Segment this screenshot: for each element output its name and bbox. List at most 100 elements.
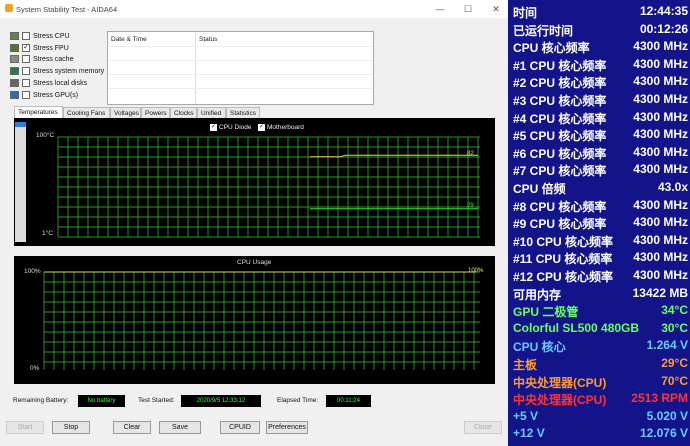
cpu-usage-plot xyxy=(43,271,480,370)
osd-label: 已运行时间 xyxy=(513,23,574,38)
fpu-icon: fpu-icon xyxy=(10,43,19,52)
maximize-button[interactable]: ☐ xyxy=(460,2,476,16)
osd-row: 可用内存 13422 MB xyxy=(513,286,688,303)
tab-statistics[interactable]: Statistics xyxy=(226,107,260,118)
cpuid-button[interactable]: CPUID xyxy=(220,421,260,434)
osd-value: 4300 MHz xyxy=(633,232,688,247)
tab-temperatures[interactable]: Temperatures xyxy=(14,106,63,118)
stress-label: Stress FPU xyxy=(33,44,69,52)
osd-row: #11 CPU 核心频率 4300 MHz xyxy=(513,250,688,267)
tab-clocks[interactable]: Clocks xyxy=(170,107,197,118)
osd-row: +5 V 5.020 V xyxy=(513,409,688,426)
column-date: Date & Time xyxy=(111,36,147,43)
osd-row: 主板 29°C xyxy=(513,356,688,373)
osd-value: 12:44:35 xyxy=(639,4,688,18)
osd-value: 2513 RPM xyxy=(631,391,688,406)
stress-option[interactable]: memory-icon Stress system memory xyxy=(10,67,104,77)
close-window-button[interactable]: ✕ xyxy=(488,2,504,16)
osd-label: 中央处理器(CPU) xyxy=(513,375,607,390)
osd-label: CPU 核心频率 xyxy=(513,41,590,56)
stress-option[interactable]: gpu-icon Stress GPU(s) xyxy=(10,90,79,101)
close-button[interactable]: Close xyxy=(464,421,502,434)
stress-label: Stress local disks xyxy=(33,79,88,87)
save-button[interactable]: Save xyxy=(159,421,201,434)
osd-label: #6 CPU 核心频率 xyxy=(513,146,607,161)
column-separator xyxy=(195,32,196,104)
stress-option[interactable]: disk-icon Stress local disks xyxy=(10,78,88,89)
osd-value: 29°C xyxy=(661,356,688,370)
stress-option[interactable]: cache-icon Stress cache xyxy=(10,55,73,65)
y-max-label: 100% xyxy=(24,268,41,275)
stress-label: Stress GPU(s) xyxy=(33,91,79,99)
osd-label: #7 CPU 核心频率 xyxy=(513,164,607,179)
tab-powers[interactable]: Powers xyxy=(141,107,170,118)
osd-row: 中央处理器(CPU) 70°C xyxy=(513,374,688,391)
osd-value: 00:12:26 xyxy=(639,21,688,36)
osd-label: #11 CPU 核心频率 xyxy=(513,252,613,267)
osd-label: #3 CPU 核心频率 xyxy=(513,94,607,108)
title-bar: System Stability Test - AIDA64 — ☐ ✕ xyxy=(0,0,508,18)
start-button[interactable]: Start xyxy=(6,421,44,434)
osd-value: 4300 MHz xyxy=(633,74,688,89)
temperature-plot xyxy=(57,136,480,238)
stress-option[interactable]: cpu-icon Stress CPU xyxy=(10,32,70,42)
osd-row: #4 CPU 核心频率 4300 MHz xyxy=(513,110,688,127)
osd-row: #8 CPU 核心频率 4300 MHz xyxy=(513,198,688,215)
stop-button[interactable]: Stop xyxy=(52,421,90,434)
tab-voltages[interactable]: Voltages xyxy=(110,107,141,118)
column-status: Status xyxy=(199,36,218,43)
battery-value: No battery xyxy=(78,395,125,407)
log-table: Date & Time Status xyxy=(107,31,374,105)
tab-unified[interactable]: Unified xyxy=(197,107,226,118)
checkbox[interactable] xyxy=(22,78,30,87)
osd-value: 4300 MHz xyxy=(633,215,688,230)
elapsed-time-value: 00:11:24 xyxy=(326,395,371,407)
osd-value: 4300 MHz xyxy=(633,268,688,282)
osd-row: #5 CPU 核心频率 4300 MHz xyxy=(513,127,688,144)
osd-value: 4300 MHz xyxy=(633,127,688,142)
osd-label: #4 CPU 核心频率 xyxy=(513,111,607,126)
osd-value: 4300 MHz xyxy=(633,197,688,212)
osd-row: 中央处理器(CPU) 2513 RPM xyxy=(513,391,688,408)
osd-overlay: 时间 12:44:35 已运行时间 00:12:26 CPU 核心频率 4300 MHz #… xyxy=(508,0,690,446)
checkbox[interactable] xyxy=(22,67,30,76)
preferences-button[interactable]: Preferences xyxy=(266,421,308,434)
tab-cooling-fans[interactable]: Cooling Fans xyxy=(63,107,110,118)
osd-label: 可用内存 xyxy=(513,287,562,302)
osd-row: 已运行时间 00:12:26 xyxy=(513,22,688,39)
osd-value: 30°C xyxy=(661,320,688,335)
osd-row: #10 CPU 核心频率 4300 MHz xyxy=(513,233,688,250)
disk-icon: disk-icon xyxy=(10,78,19,87)
table-row xyxy=(108,88,373,89)
osd-value: 4300 MHz xyxy=(633,250,688,265)
stress-option[interactable]: fpu-icon✓Stress FPU xyxy=(10,43,69,54)
checkbox[interactable] xyxy=(22,32,30,40)
stress-label: Stress system memory xyxy=(33,67,105,75)
cpu-usage-title: CPU Usage xyxy=(237,259,272,266)
osd-value: 12.076 V xyxy=(639,426,688,441)
osd-label: #12 CPU 核心频率 xyxy=(513,270,614,284)
test-started-label: Test Started: xyxy=(138,397,175,404)
minimize-button[interactable]: — xyxy=(432,2,448,16)
battery-label: Remaining Battery: xyxy=(13,397,69,404)
osd-value: 34°C xyxy=(661,303,688,318)
test-started-value: 2020/9/5 12:33:12 xyxy=(181,395,261,407)
checkbox[interactable] xyxy=(22,90,30,99)
temperature-graph: ✓ CPU Diode ✓ Motherboard 100°C 1°C 82 29 xyxy=(14,118,495,246)
osd-label: +12 V xyxy=(513,426,545,441)
osd-label: CPU 倍频 xyxy=(513,182,566,196)
checkbox[interactable]: ✓ xyxy=(22,43,30,52)
clear-button[interactable]: Clear xyxy=(113,421,151,434)
table-row xyxy=(108,60,373,61)
osd-value: 4300 MHz xyxy=(633,109,688,124)
osd-value: 13422 MB xyxy=(632,285,688,300)
cpu-icon: cpu-icon xyxy=(10,32,19,40)
osd-value: 1.264 V xyxy=(646,338,688,353)
checkbox[interactable] xyxy=(22,55,30,64)
y-min-label: 0% xyxy=(30,365,40,372)
osd-label: #9 CPU 核心频率 xyxy=(513,217,607,232)
window-title: System Stability Test - AIDA64 xyxy=(16,5,118,14)
stress-label: Stress cache xyxy=(33,56,74,64)
osd-label: 中央处理器(CPU) xyxy=(513,393,607,408)
osd-label: CPU 核心 xyxy=(513,340,566,355)
